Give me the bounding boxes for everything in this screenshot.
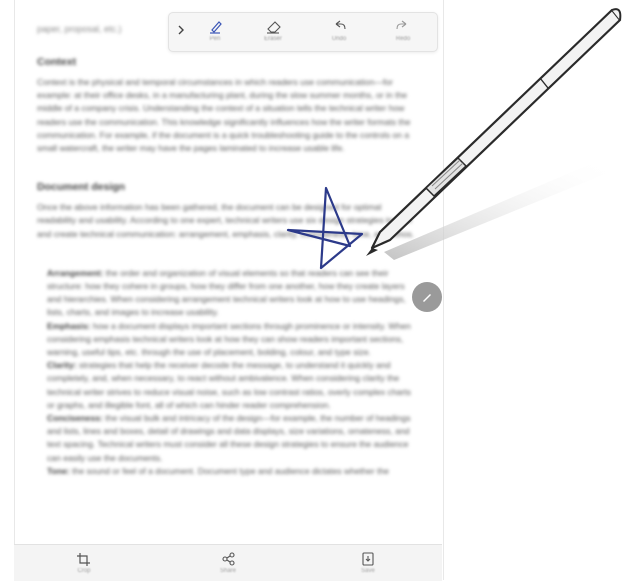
save-button[interactable]: Save (348, 551, 388, 574)
crop-icon (77, 553, 90, 566)
crop-button[interactable]: Crop (64, 551, 104, 574)
crop-label: Crop (77, 568, 91, 574)
share-icon (222, 552, 235, 566)
pencil-icon (423, 294, 431, 302)
handwritten-star (286, 186, 364, 270)
share-button[interactable]: Share (208, 551, 248, 574)
edit-button[interactable] (412, 282, 442, 312)
save-label: Save (361, 568, 375, 574)
pen-side-button (424, 156, 468, 198)
save-icon (362, 552, 374, 566)
drawing-overlay (286, 8, 622, 270)
share-label: Share (219, 568, 236, 574)
bottom-action-bar: Crop Share Save (14, 544, 442, 581)
